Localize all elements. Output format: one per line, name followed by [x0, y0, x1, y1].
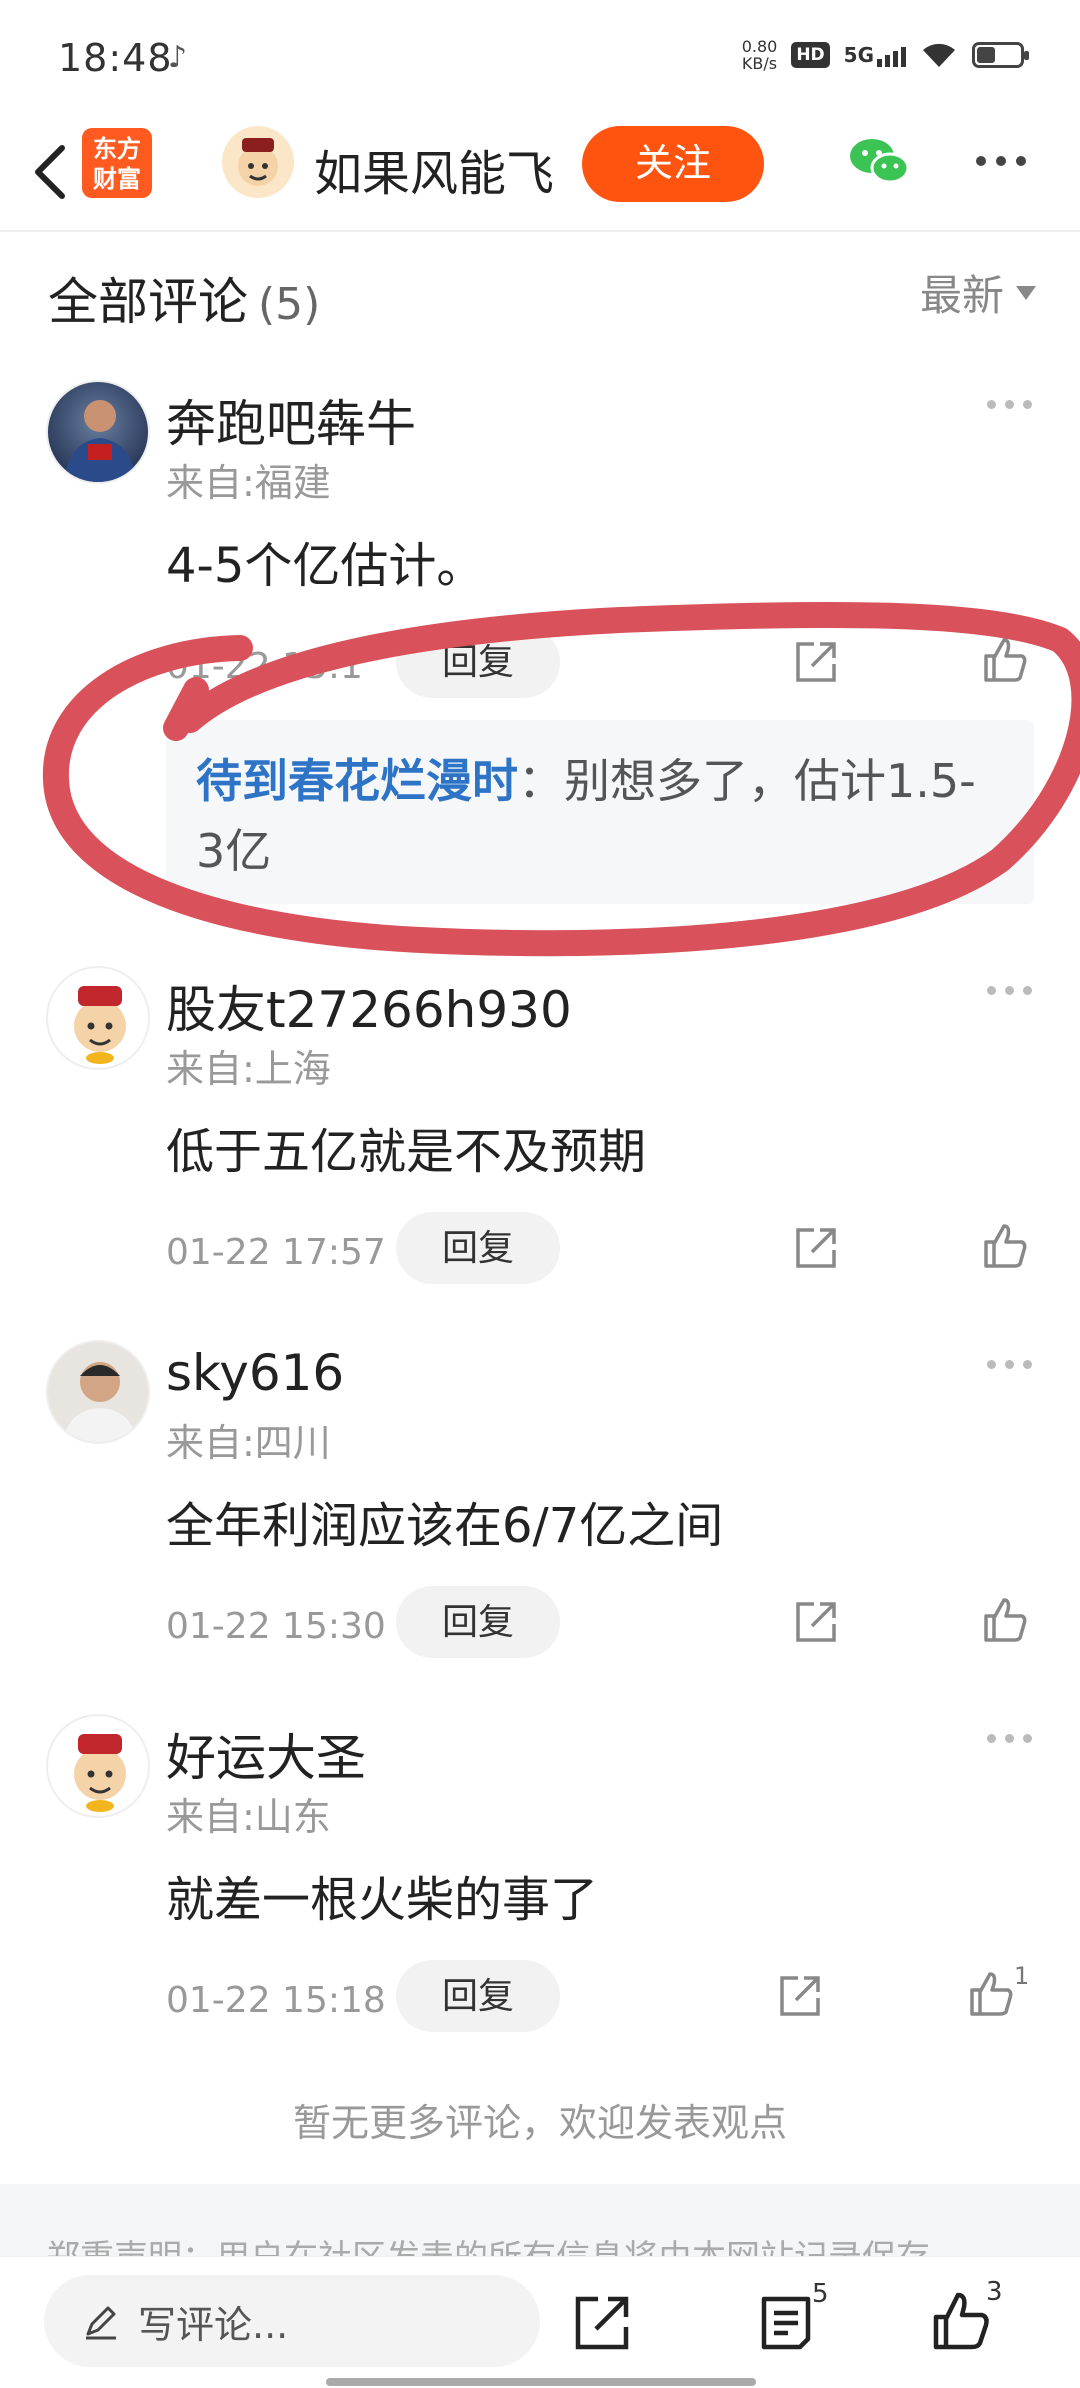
reply-button[interactable]: 回复 [396, 626, 560, 698]
write-comment-input[interactable]: 写评论... [44, 2275, 540, 2367]
status-time: 18:48 [58, 36, 173, 80]
comment-time: 01-22 15:18 [166, 1980, 386, 2021]
caishen-avatar-icon [74, 1734, 126, 1812]
sub-reply[interactable]: 待到春花烂漫时：别想多了，估计1.5-3亿 [166, 720, 1034, 904]
bottom-action-bar: 写评论... 5 3 [0, 2256, 1080, 2388]
reply-button[interactable]: 回复 [396, 1586, 560, 1658]
comment-text: 低于五亿就是不及预期 [166, 1124, 647, 1180]
comment-more-icon[interactable] [987, 400, 1032, 409]
comment-count: 5 [812, 2279, 829, 2309]
comment-more-icon[interactable] [987, 986, 1032, 995]
wechat-share-icon[interactable] [848, 136, 910, 188]
top-nav: 东方 财富 如果风能飞 关注 [0, 116, 1080, 232]
tiktok-notification-icon: ♪ [168, 40, 188, 75]
pencil-icon [86, 2306, 116, 2340]
hd-icon: HD [791, 42, 830, 68]
comment-author[interactable]: sky616 [166, 1344, 344, 1402]
reply-button[interactable]: 回复 [396, 1960, 560, 2032]
comments-title: 全部评论 (5) [48, 262, 320, 334]
no-more-comments-text: 暂无更多评论，欢迎发表观点 [292, 2101, 787, 2145]
share-icon[interactable] [794, 1226, 838, 1270]
person-avatar-icon [62, 1362, 138, 1442]
author-name[interactable]: 如果风能飞 [314, 134, 554, 204]
like-icon[interactable] [980, 636, 1028, 684]
comment-time: 01-22 17:57 [166, 1232, 386, 1273]
strongman-avatar-icon [64, 400, 136, 482]
eastmoney-logo[interactable]: 东方 财富 [82, 128, 152, 198]
signal-icon: 5G [844, 43, 906, 67]
comment-author[interactable]: 好运大圣 [166, 1718, 366, 1790]
comment-location: 来自:山东 [166, 1795, 331, 1839]
comment-more-icon[interactable] [987, 1360, 1032, 1369]
status-indicators: 0.80 KB/s HD 5G [742, 38, 1029, 72]
caishen-avatar-icon [74, 986, 126, 1064]
like-count: 3 [986, 2277, 1003, 2307]
like-icon[interactable] [930, 2291, 990, 2351]
reply-button[interactable]: 回复 [396, 1212, 560, 1284]
comments-title-label: 全部评论 [48, 273, 248, 331]
comment-location: 来自:福建 [166, 461, 331, 505]
comment-text: 就差一根火柴的事了 [166, 1872, 599, 1928]
network-speed: 0.80 KB/s [742, 38, 778, 72]
follow-button[interactable]: 关注 [582, 126, 764, 202]
more-options-icon[interactable] [976, 156, 1026, 166]
sort-dropdown[interactable]: 最新 [920, 262, 1036, 323]
comment-time: 01-22 15:30 [166, 1606, 386, 1647]
caishen-avatar-icon [238, 138, 278, 186]
share-icon[interactable] [778, 1974, 822, 2018]
comment-time: 01-22 15:1 [166, 646, 363, 687]
share-icon[interactable] [794, 640, 838, 684]
comment-text: 全年利润应该在6/7亿之间 [166, 1498, 724, 1554]
disclaimer-section: 郑重声明：用户在社区发表的所有信息将由本网站记录保存 [0, 2184, 1080, 2260]
author-avatar[interactable] [222, 126, 294, 198]
comments-count: (5) [258, 279, 321, 330]
comment-author[interactable]: 奔跑吧犇牛 [166, 384, 416, 456]
status-bar: 18:48 ♪ 0.80 KB/s HD 5G [0, 0, 1080, 116]
network-type: 5G [843, 43, 874, 67]
like-icon[interactable] [980, 1222, 1028, 1270]
home-indicator[interactable] [326, 2378, 756, 2386]
sub-reply-author[interactable]: 待到春花烂漫时 [196, 754, 518, 808]
like-icon[interactable] [980, 1596, 1028, 1644]
comment-more-icon[interactable] [987, 1734, 1032, 1743]
share-icon[interactable] [794, 1600, 838, 1644]
comment-author[interactable]: 股友t27266h930 [166, 970, 572, 1042]
avatar[interactable] [46, 380, 150, 484]
network-speed-value: 0.80 [741, 37, 778, 56]
wifi-icon [923, 43, 955, 67]
write-comment-placeholder: 写评论... [138, 2302, 289, 2347]
like-icon[interactable] [966, 1970, 1014, 2018]
avatar[interactable] [46, 966, 150, 1070]
share-icon[interactable] [572, 2293, 632, 2353]
back-icon[interactable] [24, 142, 74, 202]
battery-icon [972, 42, 1029, 68]
caret-down-icon [1016, 285, 1036, 300]
avatar[interactable] [46, 1714, 150, 1818]
comments-icon[interactable] [756, 2293, 816, 2353]
comment-text: 4-5个亿估计。 [166, 538, 485, 594]
avatar[interactable] [46, 1340, 150, 1444]
comment-location: 来自:上海 [166, 1047, 331, 1091]
network-speed-unit: KB/s [741, 54, 778, 73]
sort-label: 最新 [919, 271, 1004, 320]
comment-location: 来自:四川 [166, 1421, 331, 1465]
like-count: 1 [1014, 1962, 1030, 1990]
comments-header: 全部评论 (5) 最新 [0, 232, 1080, 362]
